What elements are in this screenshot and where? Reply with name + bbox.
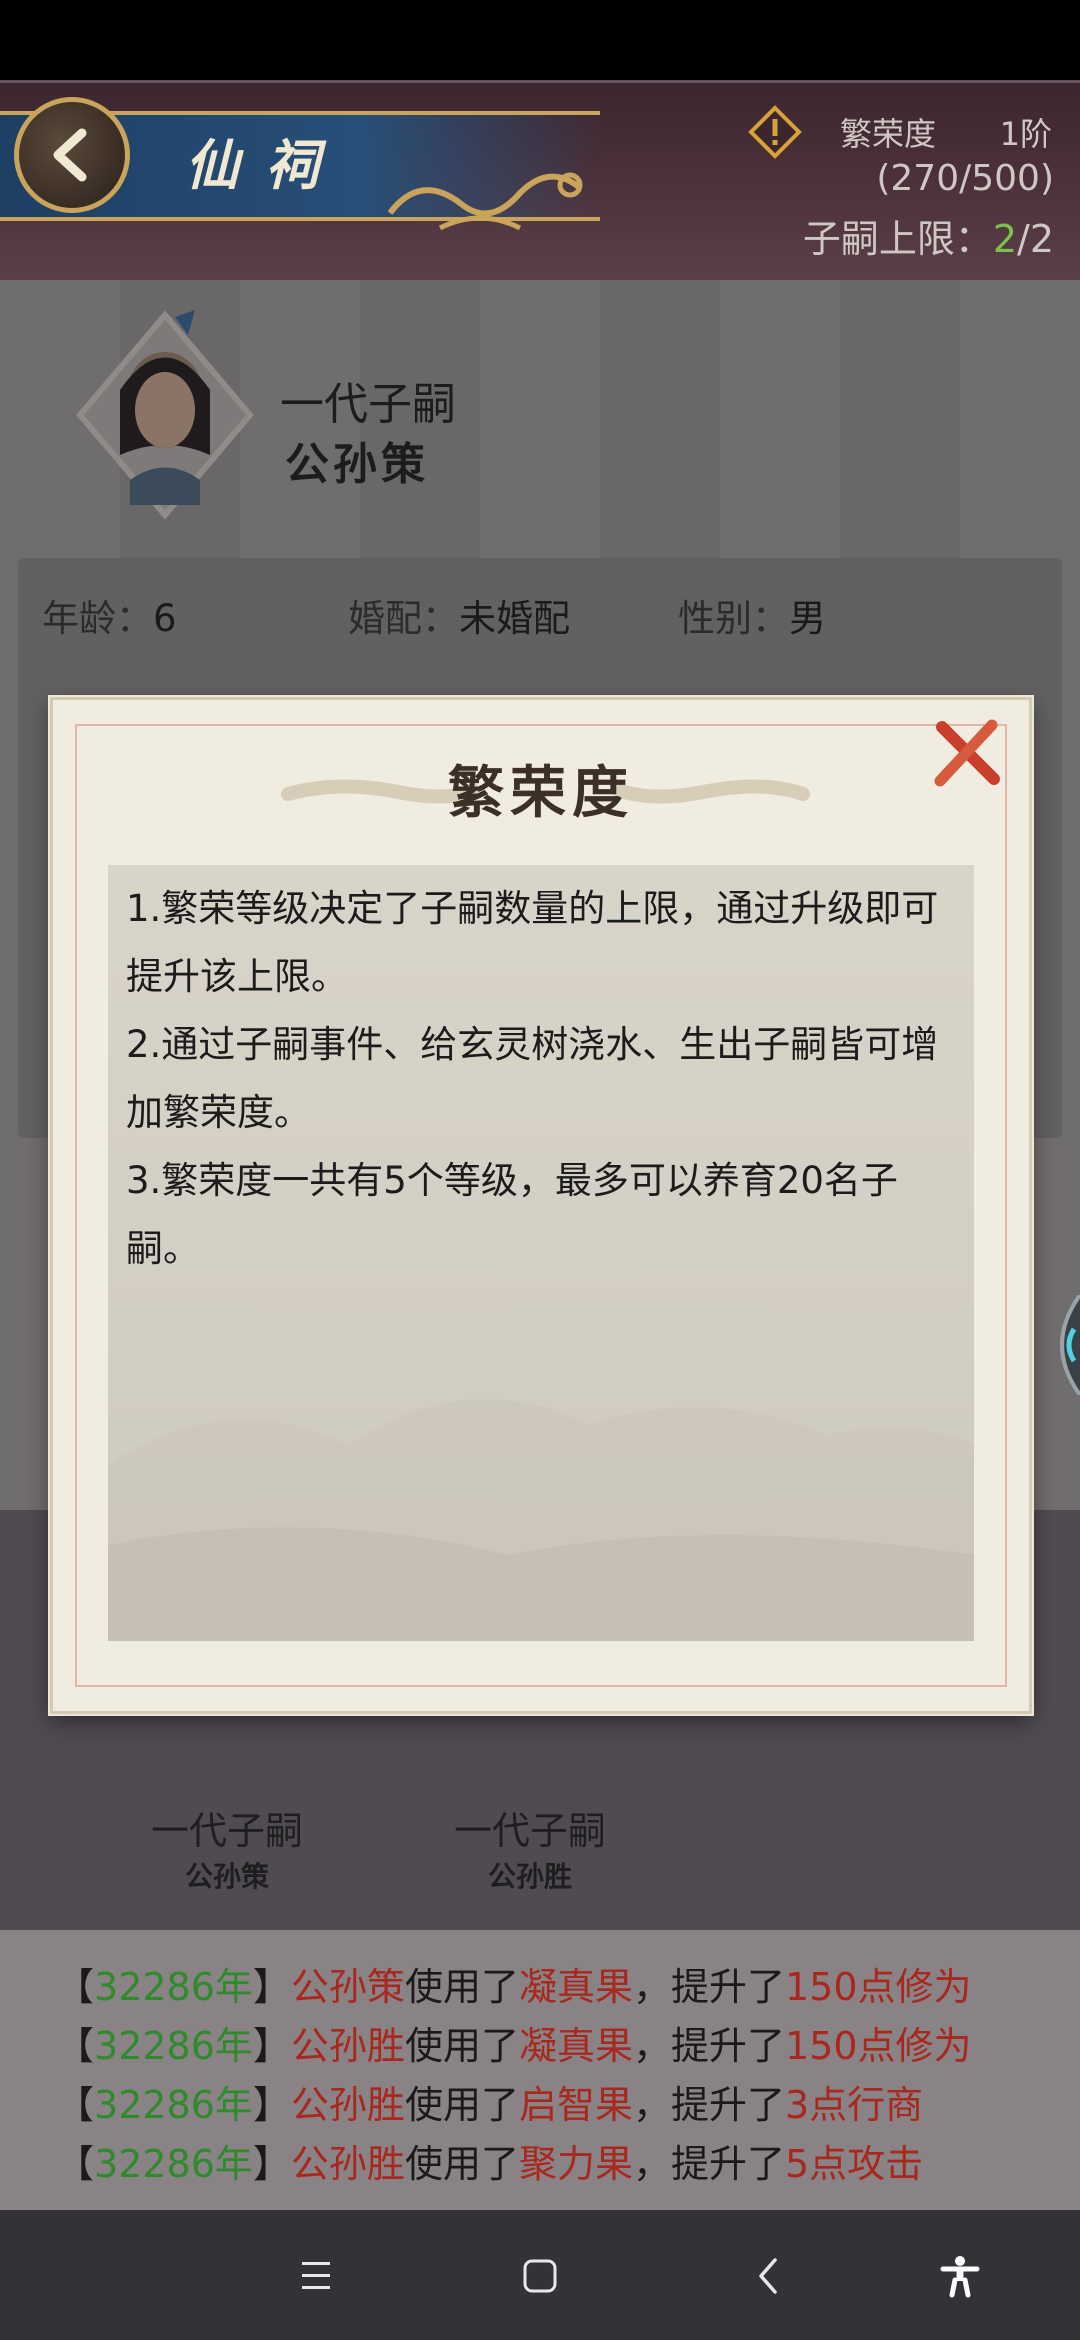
home-square-icon [523, 2259, 557, 2293]
dialog-title: 繁荣度 [448, 760, 634, 826]
menu-lines-icon [302, 2262, 330, 2289]
system-nav-bar [0, 2210, 1080, 2340]
tip-1: 1.繁荣等级决定了子嗣数量的上限，通过升级即可提升该上限。 [126, 887, 939, 998]
back-nav-button[interactable] [738, 2246, 798, 2306]
accessibility-button[interactable] [930, 2246, 990, 2306]
accessibility-icon [940, 2256, 980, 2298]
dialog-body: 1.繁荣等级决定了子嗣数量的上限，通过升级即可提升该上限。 2.通过子嗣事件、给… [108, 865, 974, 1641]
close-button[interactable] [931, 718, 1003, 790]
recent-apps-button[interactable] [286, 2246, 346, 2306]
home-button[interactable] [510, 2246, 570, 2306]
chevron-left-icon [759, 2258, 777, 2294]
close-icon [934, 719, 1000, 787]
tip-3: 3.繁荣度一共有5个等级，最多可以养育20名子嗣。 [126, 1159, 898, 1270]
prosperity-dialog: 繁荣度 1.繁荣等级决定了子嗣数量的上限，通过升级即可提升该上限。 2.通过子嗣… [50, 697, 1032, 1714]
tip-2: 2.通过子嗣事件、给玄灵树浇水、生出子嗣皆可增加繁荣度。 [126, 1023, 939, 1134]
